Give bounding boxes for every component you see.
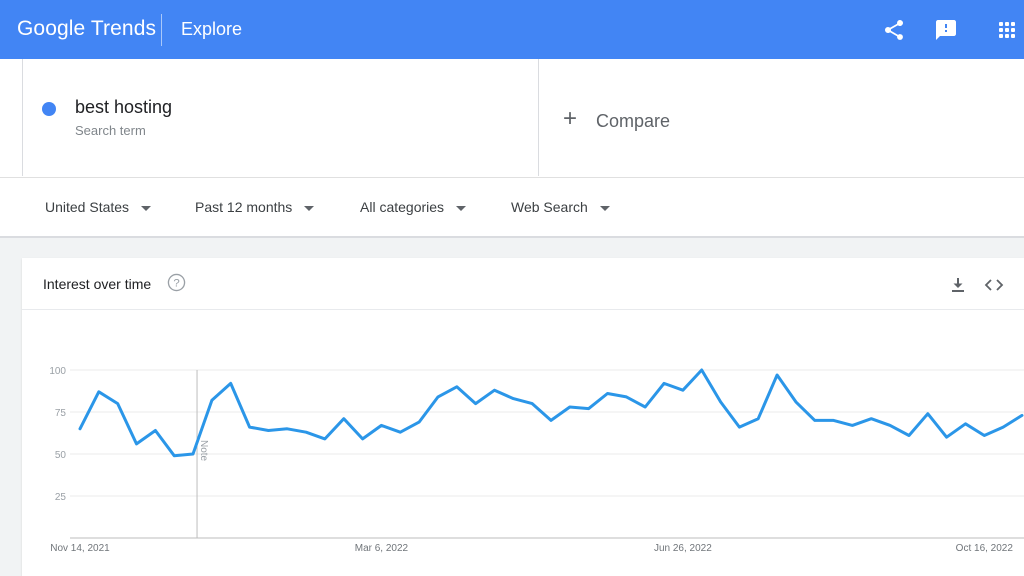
top-app-bar: Google Trends Explore: [0, 0, 1024, 59]
interest-over-time-card: Interest over time ? 25 50 75 100 Note Nov 14…: [22, 258, 1024, 576]
series-line: [78, 368, 1024, 458]
x-tick-label: Nov 14, 2021: [50, 543, 110, 554]
search-terms-bar: best hosting Search term + Compare: [0, 59, 1024, 178]
x-tick-label: Mar 6, 2022: [355, 543, 409, 554]
y-tick-label: 25: [55, 492, 67, 503]
filters-bar: United States Past 12 months All categor…: [0, 178, 1024, 238]
plus-icon: +: [563, 105, 578, 132]
logo-google-text: Google: [17, 17, 86, 40]
category-filter-label: All categories: [360, 199, 445, 215]
x-tick-label: Jun 26, 2022: [654, 543, 712, 554]
chevron-down-icon: [599, 205, 610, 211]
time-range-filter-dropdown[interactable]: Past 12 months: [195, 199, 315, 215]
search-type-filter-dropdown[interactable]: Web Search: [511, 199, 610, 215]
x-tick-label: Oct 16, 2022: [956, 543, 1014, 554]
chevron-down-icon: [456, 205, 467, 211]
feedback-icon[interactable]: [934, 18, 958, 42]
interest-line-chart[interactable]: 25 50 75 100 Note Nov 14, 2021 Mar 6, 2022 Jun …: [22, 258, 1024, 576]
apps-grid-icon[interactable]: [995, 18, 1019, 42]
header-divider: [161, 14, 162, 46]
google-trends-logo[interactable]: Google Trends: [17, 17, 156, 41]
region-filter-label: United States: [45, 199, 130, 215]
logo-trends-text: Trends: [90, 17, 157, 40]
search-term-card[interactable]: best hosting Search term: [22, 59, 539, 176]
search-term-name[interactable]: best hosting: [75, 97, 172, 118]
search-type-filter-label: Web Search: [511, 199, 588, 215]
y-tick-label: 50: [55, 450, 67, 461]
share-icon[interactable]: [882, 18, 906, 42]
y-tick-label: 100: [49, 366, 66, 377]
time-range-filter-label: Past 12 months: [195, 199, 293, 215]
region-filter-dropdown[interactable]: United States: [45, 199, 152, 215]
compare-label: Compare: [596, 111, 671, 131]
term-color-dot: [42, 102, 56, 116]
page-title: Explore: [181, 19, 243, 39]
chevron-down-icon: [304, 205, 315, 211]
y-tick-label: 75: [55, 408, 67, 419]
search-term-subtitle: Search term: [75, 123, 146, 138]
category-filter-dropdown[interactable]: All categories: [360, 199, 467, 215]
annotation-label: Note: [198, 440, 209, 462]
chevron-down-icon: [141, 205, 152, 211]
